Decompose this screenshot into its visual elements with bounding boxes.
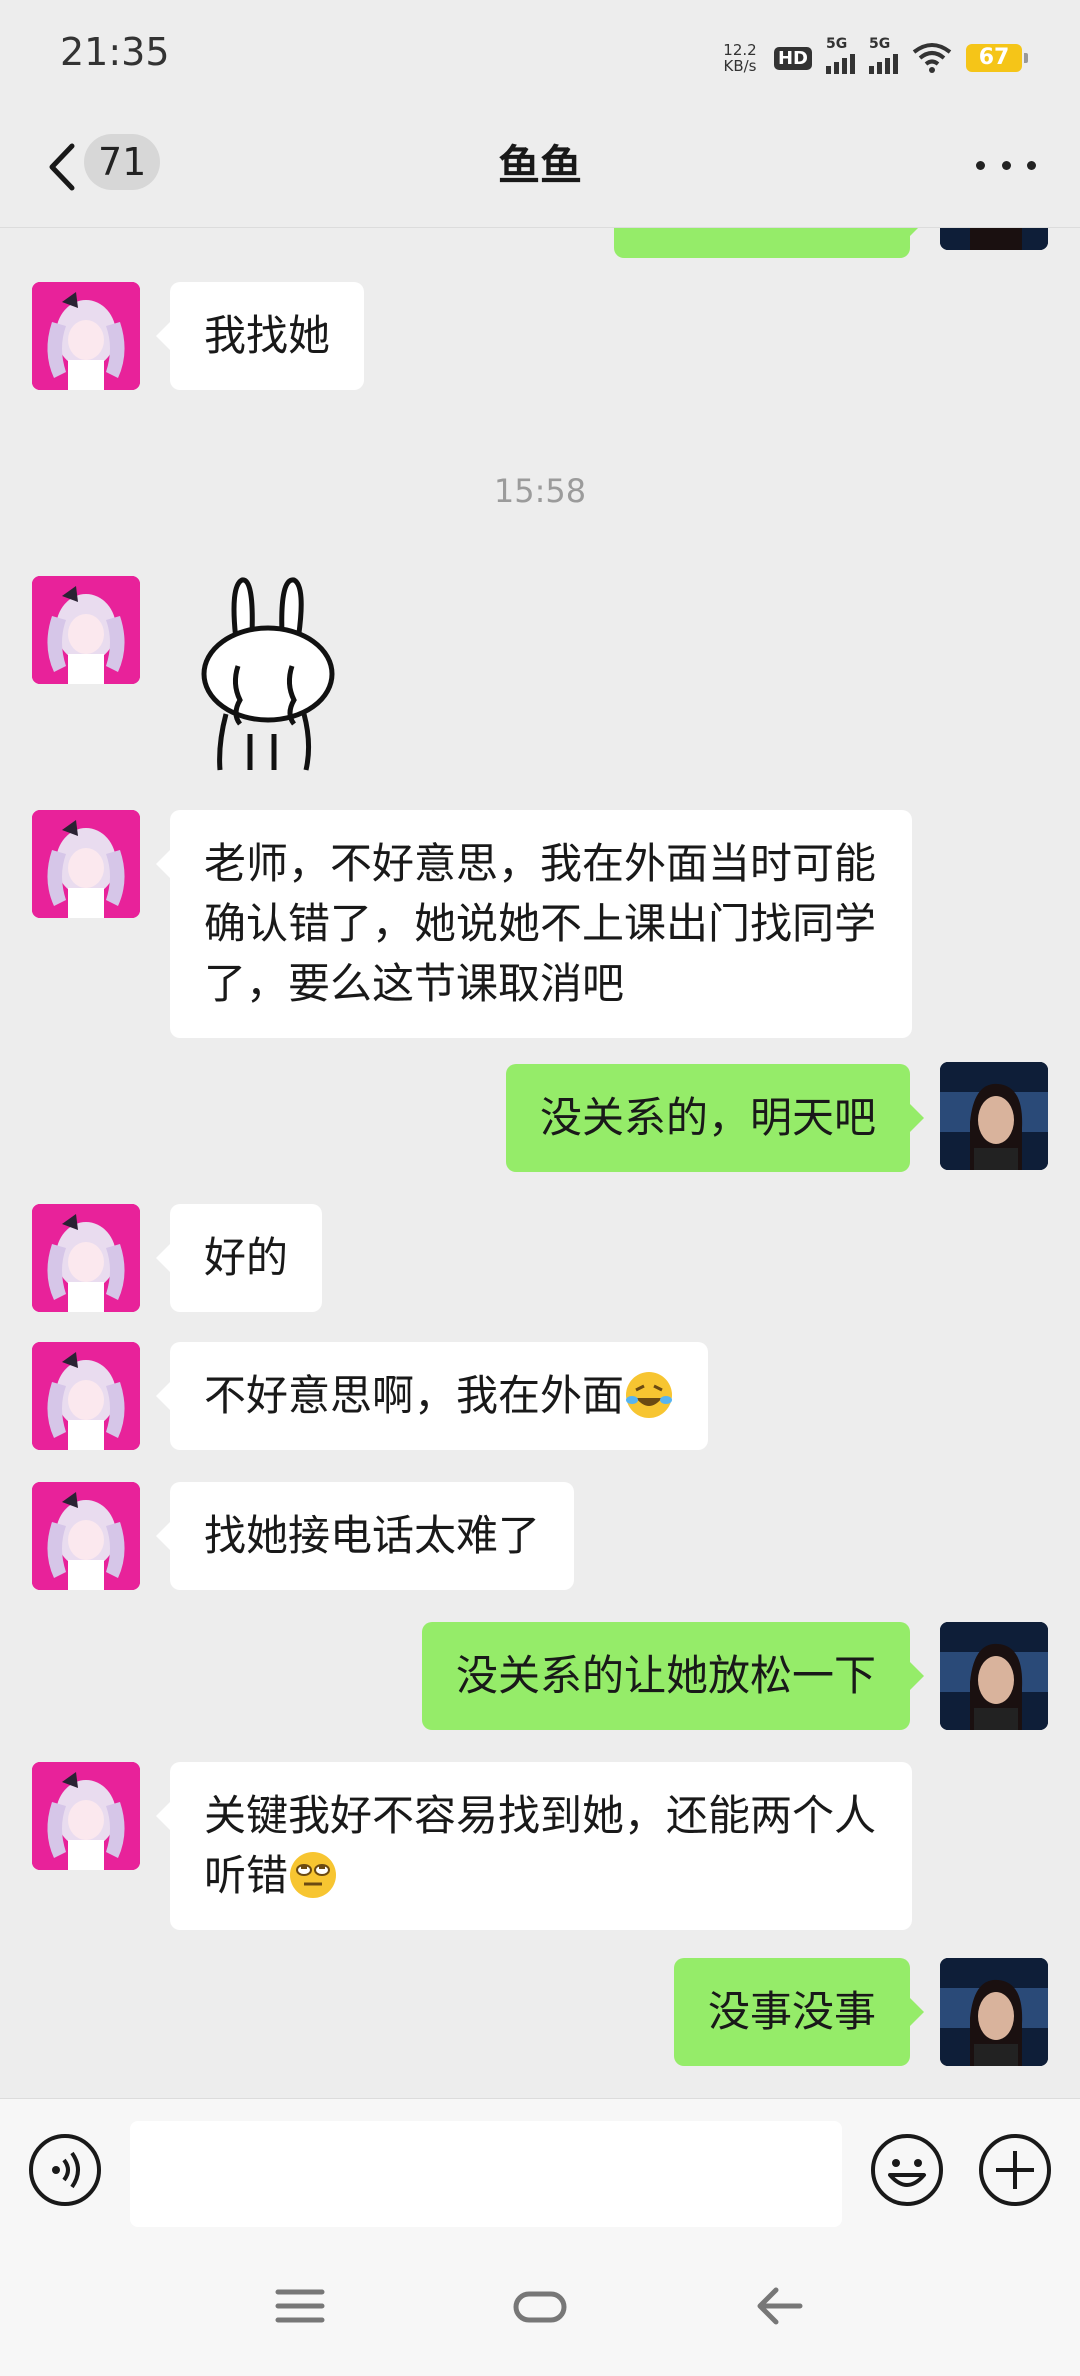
system-nav-bar [0,2238,1080,2376]
plus-icon[interactable] [978,2133,1052,2207]
my-avatar[interactable] [940,1958,1048,2066]
hd-voice-icon: HD [773,46,812,70]
message-bubble-partial[interactable] [614,228,924,258]
contact-avatar[interactable] [32,1204,140,1312]
message-timestamp: 15:58 [493,472,587,510]
message-bubble[interactable]: 没事没事 [673,1958,925,2066]
laughing-crying-emoji [626,1372,673,1418]
input-bar [0,2098,1080,2238]
message-bubble[interactable]: 好的 [155,1204,323,1312]
my-avatar[interactable] [940,1062,1048,1170]
status-icons: 12.2 KB/s HD 5G 5G 67 [720,36,1028,80]
my-avatar[interactable] [940,1622,1048,1730]
message-bubble[interactable]: 不好意思啊，我在外面 [155,1342,709,1450]
contact-avatar[interactable] [32,1342,140,1450]
sim1-signal-icon: 5G [826,36,855,74]
voice-input-icon[interactable] [28,2133,102,2207]
chat-header: 71 鱼鱼 [0,110,1080,228]
crying-rabbit-sticker[interactable] [196,574,356,774]
emoji-icon[interactable] [870,2133,944,2207]
back-icon[interactable] [750,2276,810,2336]
message-input[interactable] [130,2121,842,2227]
message-bubble[interactable]: 关键我好不容易找到她，还能两个人听错 [156,1762,912,1930]
message-bubble[interactable]: 老师，不好意思，我在外面当时可能确认错了，她说她不上课出门找同学了，要么这节课取… [156,810,912,1038]
contact-avatar[interactable] [32,810,140,918]
contact-avatar[interactable] [32,1482,140,1590]
message-bubble[interactable]: 没关系的让她放松一下 [421,1622,925,1730]
message-bubble[interactable]: 我找她 [155,282,365,390]
message-bubble[interactable]: 找她接电话太难了 [155,1482,575,1590]
contact-avatar[interactable] [32,1762,140,1870]
eye-roll-emoji [290,1852,337,1898]
my-avatar[interactable] [940,228,1048,250]
menu-icon[interactable] [270,2276,330,2336]
contact-avatar[interactable] [32,282,140,390]
home-icon[interactable] [510,2276,570,2336]
network-speed: 12.2 KB/s [723,41,757,75]
more-options-icon[interactable] [976,150,1036,180]
message-list[interactable]: 我找她 15:58 老师，不好意思，我在外面当时可能确认错了，她说她不上课出门找… [0,228,1080,2098]
contact-avatar[interactable] [32,576,140,684]
chat-title: 鱼鱼 [497,141,582,190]
battery-icon: 67 [966,44,1028,72]
status-bar: 21:35 12.2 KB/s HD 5G 5G 67 [0,0,1080,110]
sim2-signal-icon: 5G [869,36,898,74]
wifi-icon [912,43,952,73]
status-time: 21:35 [60,30,170,74]
message-bubble[interactable]: 没关系的，明天吧 [505,1064,925,1172]
